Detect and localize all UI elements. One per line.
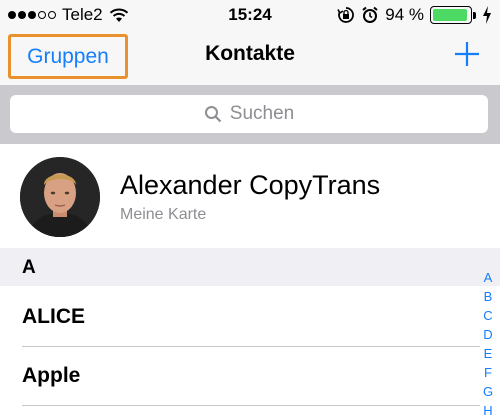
index-letter[interactable]: F (480, 363, 496, 382)
section-header: A (0, 248, 500, 286)
avatar (20, 157, 100, 237)
battery-icon (430, 6, 476, 24)
my-card-name: Alexander CopyTrans (120, 170, 381, 200)
battery-tip (473, 11, 476, 19)
my-card-subtitle: Meine Karte (120, 206, 207, 223)
contact-row[interactable]: Apple (0, 347, 500, 405)
alarm-icon (362, 6, 378, 23)
contact-name: Apple (22, 364, 81, 387)
index-letter[interactable]: H (480, 401, 496, 420)
row-separator (22, 405, 480, 406)
battery-body (430, 6, 472, 24)
rotation-lock-icon (337, 7, 355, 23)
index-letter[interactable]: D (480, 325, 496, 344)
index-letter[interactable]: A (480, 268, 496, 287)
search-input[interactable]: Suchen (10, 95, 488, 133)
search-icon (204, 106, 222, 123)
avatar-photo (20, 157, 100, 237)
add-contact-button[interactable] (454, 41, 480, 67)
search-placeholder: Suchen (229, 103, 295, 124)
battery-fill (433, 9, 467, 21)
index-letter[interactable]: C (480, 306, 496, 325)
my-card[interactable]: Alexander CopyTrans Meine Karte (0, 144, 500, 248)
battery-percent: 94 % (385, 5, 424, 24)
charging-bolt-icon (483, 6, 491, 24)
search-area: Suchen (0, 85, 500, 144)
status-right: 94 % (337, 5, 492, 25)
contact-name: ALICE (22, 305, 85, 328)
index-letter[interactable]: E (480, 344, 496, 363)
navigation-bar: Gruppen Kontakte (0, 30, 500, 85)
index-letter[interactable]: G (480, 382, 496, 401)
page-title: Kontakte (205, 42, 295, 65)
contact-row[interactable]: ALICE (0, 288, 500, 346)
section-letter: A (22, 257, 36, 278)
section-index[interactable]: A B C D E F G H (480, 268, 496, 420)
status-bar: Tele2 15:24 94 % (0, 0, 500, 30)
index-letter[interactable]: B (480, 287, 496, 306)
